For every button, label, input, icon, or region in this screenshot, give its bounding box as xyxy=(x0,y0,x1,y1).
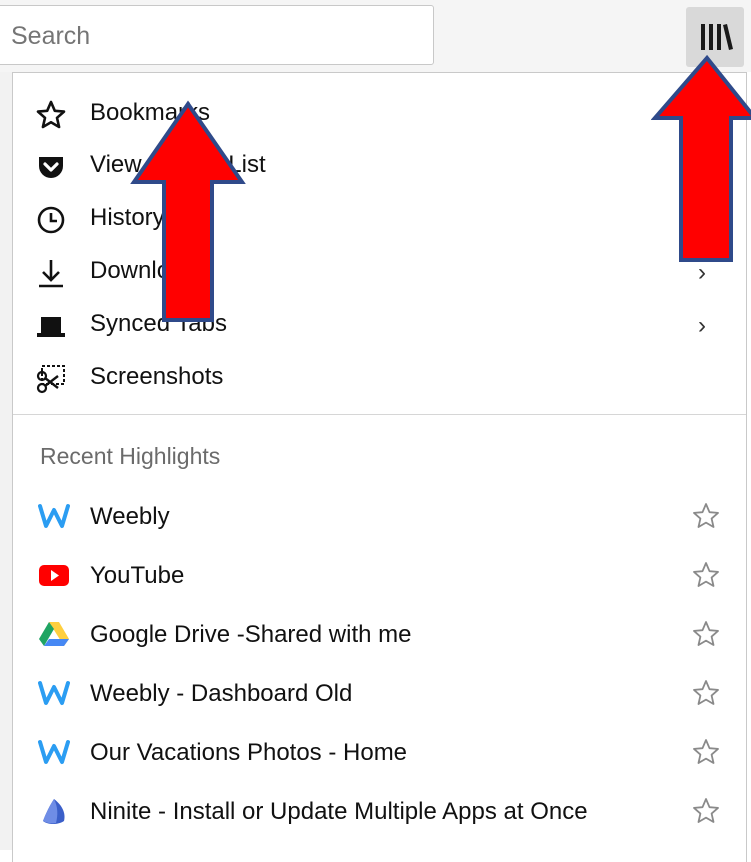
chevron-right-icon: › xyxy=(698,312,706,339)
star-outline-icon[interactable] xyxy=(692,502,720,530)
list-item[interactable]: Weebly xyxy=(12,488,746,544)
weebly-icon xyxy=(38,681,70,705)
menu-item-synced-tabs[interactable]: Synced Tabs › xyxy=(12,299,732,351)
ninite-icon xyxy=(43,799,65,824)
weebly-icon xyxy=(38,740,70,764)
star-outline-icon[interactable] xyxy=(692,738,720,766)
highlight-title: Weebly - Dashboard Old xyxy=(90,680,353,707)
list-item[interactable]: Ninite - Install or Update Multiple Apps… xyxy=(12,783,746,839)
star-outline-icon[interactable] xyxy=(692,797,720,825)
menu-item-downloads[interactable]: Downloads › xyxy=(12,246,732,298)
annotation-arrow xyxy=(651,54,751,262)
search-input[interactable] xyxy=(9,18,413,54)
annotation-arrow xyxy=(130,100,246,322)
menu-item-bookmarks[interactable]: Bookmarks xyxy=(12,88,732,140)
download-icon xyxy=(39,260,63,288)
menu-item-label: Screenshots xyxy=(90,363,224,390)
synced-tabs-icon xyxy=(37,317,65,337)
list-item[interactable]: Google Drive -Shared with me xyxy=(12,606,746,662)
menu-item-pocket[interactable]: View Pocket List xyxy=(12,140,732,192)
menu-item-history[interactable]: History xyxy=(12,193,732,245)
list-item[interactable]: Weebly - Dashboard Old xyxy=(12,665,746,721)
section-title: Recent Highlights xyxy=(40,443,221,469)
highlight-title: Weebly xyxy=(90,503,170,530)
window-edge xyxy=(0,72,12,850)
star-outline-icon xyxy=(36,100,66,129)
star-outline-icon[interactable] xyxy=(692,679,720,707)
divider xyxy=(13,414,746,415)
clock-icon xyxy=(37,206,65,234)
pocket-icon xyxy=(39,157,63,178)
search-box[interactable] xyxy=(0,5,434,65)
star-outline-icon[interactable] xyxy=(692,561,720,589)
highlight-title: Google Drive -Shared with me xyxy=(90,621,412,648)
menu-item-screenshots[interactable]: Screenshots xyxy=(12,352,732,404)
list-item[interactable]: YouTube xyxy=(12,547,746,603)
highlight-title: Our Vacations Photos - Home xyxy=(90,739,408,766)
weebly-icon xyxy=(38,504,70,528)
list-item[interactable]: Our Vacations Photos - Home xyxy=(12,724,746,780)
toolbar xyxy=(0,0,751,72)
star-outline-icon[interactable] xyxy=(692,620,720,648)
highlight-title: Ninite - Install or Update Multiple Apps… xyxy=(90,798,588,825)
youtube-icon xyxy=(39,565,69,586)
library-icon xyxy=(701,24,733,50)
google-drive-icon xyxy=(39,622,69,646)
highlight-title: YouTube xyxy=(90,562,185,589)
screenshot-icon xyxy=(36,365,65,394)
